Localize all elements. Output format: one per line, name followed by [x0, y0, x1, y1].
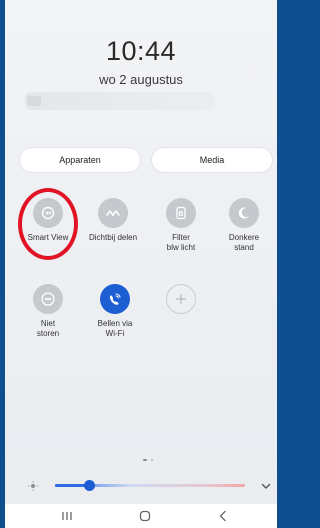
- tile-wifi-calling[interactable]: Bellen via Wi-Fi: [85, 284, 145, 339]
- highlight-circle: [18, 188, 78, 260]
- dark-mode-icon: [229, 198, 259, 228]
- tile-label: Dichtbij delen: [88, 233, 138, 242]
- tile-nearby-share[interactable]: Dichtbij delen: [83, 198, 143, 243]
- chevron-down-icon[interactable]: [259, 479, 273, 493]
- blurred-notification: [25, 92, 215, 110]
- blurred-notification-icon: [27, 96, 41, 106]
- page-indicator: [151, 459, 153, 461]
- tile-label: Bellen via Wi-Fi: [97, 319, 133, 338]
- do-not-disturb-icon: [33, 284, 63, 314]
- tile-label: Donkere stand: [228, 233, 260, 252]
- navigation-bar: [5, 504, 277, 528]
- tile-blue-light-filter[interactable]: B Filter blw licht: [151, 198, 211, 253]
- clock: 10:44: [105, 36, 177, 66]
- tile-label: Filter blw licht: [166, 233, 196, 252]
- blue-light-filter-icon: B: [166, 198, 196, 228]
- tile-add[interactable]: [151, 284, 211, 314]
- brightness-slider-thumb[interactable]: [84, 480, 96, 491]
- media-button[interactable]: Media: [151, 147, 273, 173]
- svg-text:B: B: [178, 211, 183, 218]
- tile-dark-mode[interactable]: Donkere stand: [214, 198, 274, 253]
- quick-settings-panel: 10:44 wo 2 augustus Apparaten Media Smar…: [5, 0, 277, 528]
- home-icon[interactable]: [138, 510, 152, 522]
- back-icon[interactable]: [216, 510, 230, 522]
- devices-button[interactable]: Apparaten: [19, 147, 141, 173]
- nearby-share-icon: [98, 198, 128, 228]
- tile-do-not-disturb[interactable]: Niet storen: [18, 284, 78, 339]
- date: wo 2 augustus: [99, 72, 183, 87]
- add-icon: [166, 284, 196, 314]
- brightness-icon: [28, 481, 38, 491]
- recent-apps-icon[interactable]: [60, 510, 74, 522]
- page-indicator-active: [143, 459, 147, 461]
- wifi-calling-icon: [100, 284, 130, 314]
- tile-label: Niet storen: [36, 319, 60, 338]
